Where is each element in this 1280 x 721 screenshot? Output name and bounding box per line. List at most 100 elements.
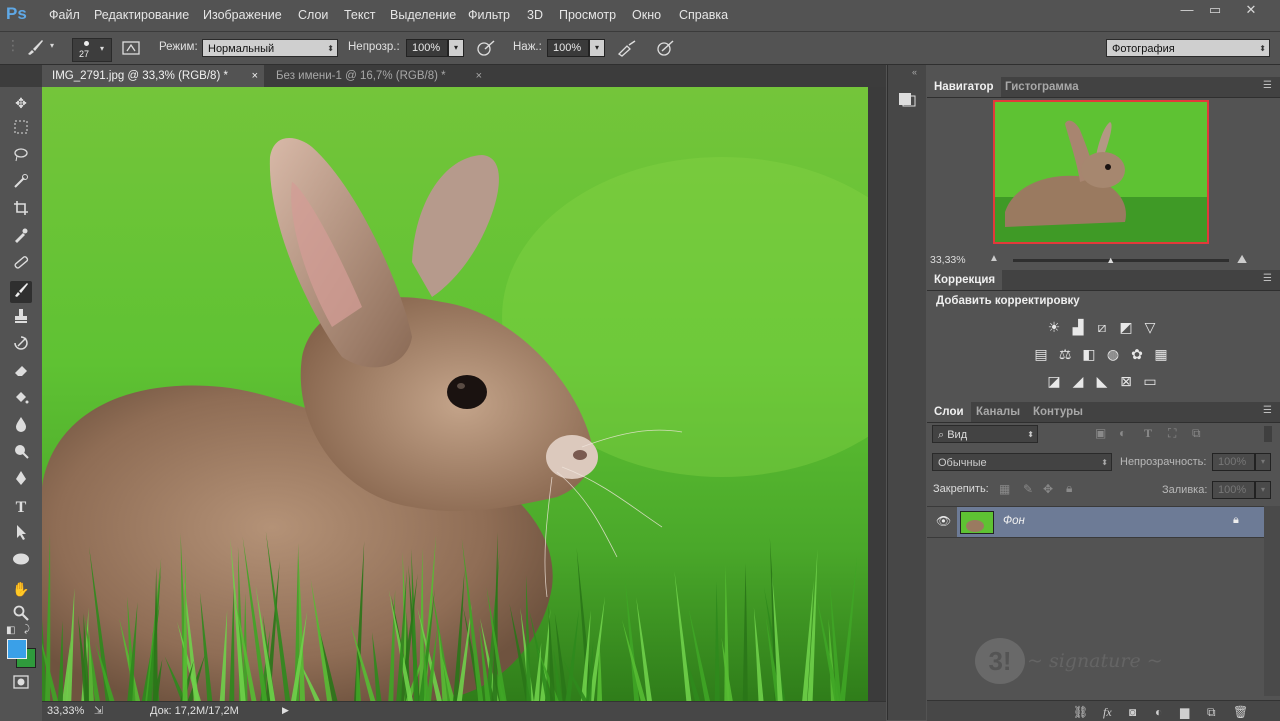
history-brush-tool-icon[interactable] xyxy=(10,335,32,357)
brush-panel-icon[interactable] xyxy=(122,39,140,60)
restore-button[interactable]: ▭ xyxy=(1200,2,1230,20)
flow-dropdown-arrow[interactable]: ▾ xyxy=(589,39,605,57)
navigator-preview[interactable] xyxy=(993,100,1209,244)
menu-layers[interactable]: Слои xyxy=(298,8,328,22)
vibrance-icon[interactable]: ▽ xyxy=(1140,318,1160,336)
quick-mask-icon[interactable] xyxy=(10,674,32,696)
zoom-slider-thumb[interactable]: ▲ xyxy=(1106,255,1115,265)
fill-input[interactable]: 100% xyxy=(1212,481,1255,499)
crop-tool-icon[interactable] xyxy=(10,200,32,222)
opacity-dropdown-arrow[interactable]: ▾ xyxy=(448,39,464,57)
menu-3d[interactable]: 3D xyxy=(527,8,543,22)
hue-saturation-icon[interactable]: ▤ xyxy=(1031,345,1051,363)
photo-filter-icon[interactable]: ◍ xyxy=(1103,345,1123,363)
path-selection-tool-icon[interactable] xyxy=(10,524,32,546)
tab-histogram[interactable]: Гистограмма xyxy=(998,77,1086,97)
layer-filter-dropdown[interactable]: ⌕ Вид ⬍ xyxy=(932,425,1038,443)
close-tab-icon[interactable]: × xyxy=(252,65,258,87)
layer-style-icon[interactable]: fx xyxy=(1103,705,1112,720)
layer-opacity-arrow[interactable]: ▾ xyxy=(1255,453,1271,471)
history-panel-icon[interactable] xyxy=(897,91,917,109)
eraser-tool-icon[interactable] xyxy=(10,362,32,384)
invert-icon[interactable]: ◪ xyxy=(1044,372,1064,390)
canvas-scrollbar[interactable] xyxy=(868,87,886,701)
pen-tool-icon[interactable] xyxy=(10,470,32,492)
new-adjustment-layer-icon[interactable]: ◐ xyxy=(1155,705,1162,719)
eye-visibility-icon[interactable]: 👁︎ xyxy=(936,514,951,528)
zoom-readout[interactable]: 33,33% xyxy=(47,705,84,717)
posterize-icon[interactable]: ◢ xyxy=(1068,372,1088,390)
new-group-icon[interactable]: ▆ xyxy=(1180,705,1189,719)
panel-menu-icon[interactable]: ☰ xyxy=(1263,405,1272,416)
color-balance-icon[interactable]: ⚖ xyxy=(1055,345,1075,363)
layers-scrollbar[interactable] xyxy=(1264,506,1280,696)
close-tab-icon[interactable]: × xyxy=(476,65,482,87)
layer-blend-mode-dropdown[interactable]: Обычные ⬍ xyxy=(932,453,1112,471)
type-tool-icon[interactable]: T xyxy=(10,497,32,519)
blur-tool-icon[interactable] xyxy=(10,416,32,438)
paint-bucket-tool-icon[interactable] xyxy=(10,389,32,411)
pressure-size-icon[interactable] xyxy=(656,39,676,60)
tab-navigator[interactable]: Навигатор xyxy=(927,77,1001,97)
ellipse-tool-icon[interactable] xyxy=(10,551,32,573)
move-tool-icon[interactable]: ✥ xyxy=(10,92,32,114)
filter-shape-icon[interactable]: ⛶ xyxy=(1168,426,1176,441)
blend-mode-dropdown[interactable]: Нормальный ⬍ xyxy=(202,39,338,57)
add-mask-icon[interactable]: ◙ xyxy=(1129,705,1136,719)
chevron-down-icon[interactable]: ▾ xyxy=(50,41,54,50)
navigator-zoom-slider[interactable]: ▲ xyxy=(1013,255,1229,265)
threshold-icon[interactable]: ◣ xyxy=(1092,372,1112,390)
filter-smart-object-icon[interactable]: ⧉ xyxy=(1192,426,1201,441)
brush-tool-preset-icon[interactable] xyxy=(25,38,45,59)
filter-pixel-icon[interactable]: ▣ xyxy=(1095,426,1106,440)
gradient-map-icon[interactable]: ▭ xyxy=(1140,372,1160,390)
lasso-tool-icon[interactable] xyxy=(10,146,32,168)
menu-view[interactable]: Просмотр xyxy=(559,8,616,22)
channel-mixer-icon[interactable]: ✿ xyxy=(1127,345,1147,363)
layer-opacity-input[interactable]: 100% xyxy=(1212,453,1255,471)
tab-channels[interactable]: Каналы xyxy=(969,402,1027,422)
navigator-zoom-value[interactable]: 33,33% xyxy=(930,254,966,266)
tab-adjustments[interactable]: Коррекция xyxy=(927,270,1003,290)
tab-untitled-1[interactable]: Без имени-1 @ 16,7% (RGB/8) * × xyxy=(266,65,488,87)
default-colors-icon[interactable]: ◧ xyxy=(6,625,15,636)
minimize-button[interactable]: — xyxy=(1172,2,1202,20)
document-canvas[interactable] xyxy=(42,87,868,701)
eyedropper-tool-icon[interactable] xyxy=(10,227,32,249)
zoom-in-icon[interactable]: ⛰ xyxy=(1237,252,1247,267)
curves-icon[interactable]: ⧄ xyxy=(1092,318,1112,336)
layer-name[interactable]: Фон xyxy=(1003,515,1025,527)
healing-brush-tool-icon[interactable] xyxy=(10,254,32,276)
lock-image-icon[interactable]: ✎ xyxy=(1023,482,1033,496)
airbrush-icon[interactable] xyxy=(617,39,637,60)
lock-position-icon[interactable]: ✥ xyxy=(1043,482,1053,496)
color-lookup-icon[interactable]: ▦ xyxy=(1151,345,1171,363)
opacity-input[interactable]: 100% xyxy=(406,39,448,57)
menu-image[interactable]: Изображение xyxy=(203,8,282,22)
menu-file[interactable]: Файл xyxy=(49,8,80,22)
selective-color-icon[interactable]: ⊠ xyxy=(1116,372,1136,390)
tab-layers[interactable]: Слои xyxy=(927,402,971,422)
zoom-out-icon[interactable]: ▲ xyxy=(989,253,999,264)
clone-stamp-tool-icon[interactable] xyxy=(10,308,32,330)
filter-toggle[interactable] xyxy=(1264,426,1272,442)
filter-adjustment-icon[interactable]: ◐ xyxy=(1119,426,1126,440)
menu-select[interactable]: Выделение xyxy=(390,8,456,22)
panel-menu-icon[interactable]: ☰ xyxy=(1263,273,1272,284)
flow-input[interactable]: 100% xyxy=(547,39,589,57)
brush-tool-icon[interactable] xyxy=(10,281,32,303)
status-menu-arrow-icon[interactable]: ▶ xyxy=(282,705,289,716)
panel-menu-icon[interactable]: ☰ xyxy=(1263,80,1272,91)
tab-img-2791[interactable]: IMG_2791.jpg @ 33,3% (RGB/8) * × xyxy=(42,65,264,87)
swap-colors-icon[interactable]: ⤸ xyxy=(24,624,30,635)
menu-help[interactable]: Справка xyxy=(679,8,728,22)
hand-tool-icon[interactable]: ✋ xyxy=(10,578,32,600)
link-layers-icon[interactable]: ⛓ xyxy=(1073,705,1088,719)
filter-type-icon[interactable]: T xyxy=(1144,426,1152,441)
levels-icon[interactable]: ▟ xyxy=(1068,318,1088,336)
delete-layer-icon[interactable]: 🗑︎ xyxy=(1233,705,1248,719)
black-white-icon[interactable]: ◧ xyxy=(1079,345,1099,363)
new-layer-icon[interactable]: ⧉ xyxy=(1207,705,1216,720)
menu-edit[interactable]: Редактирование xyxy=(94,8,189,22)
quick-selection-tool-icon[interactable] xyxy=(10,173,32,195)
